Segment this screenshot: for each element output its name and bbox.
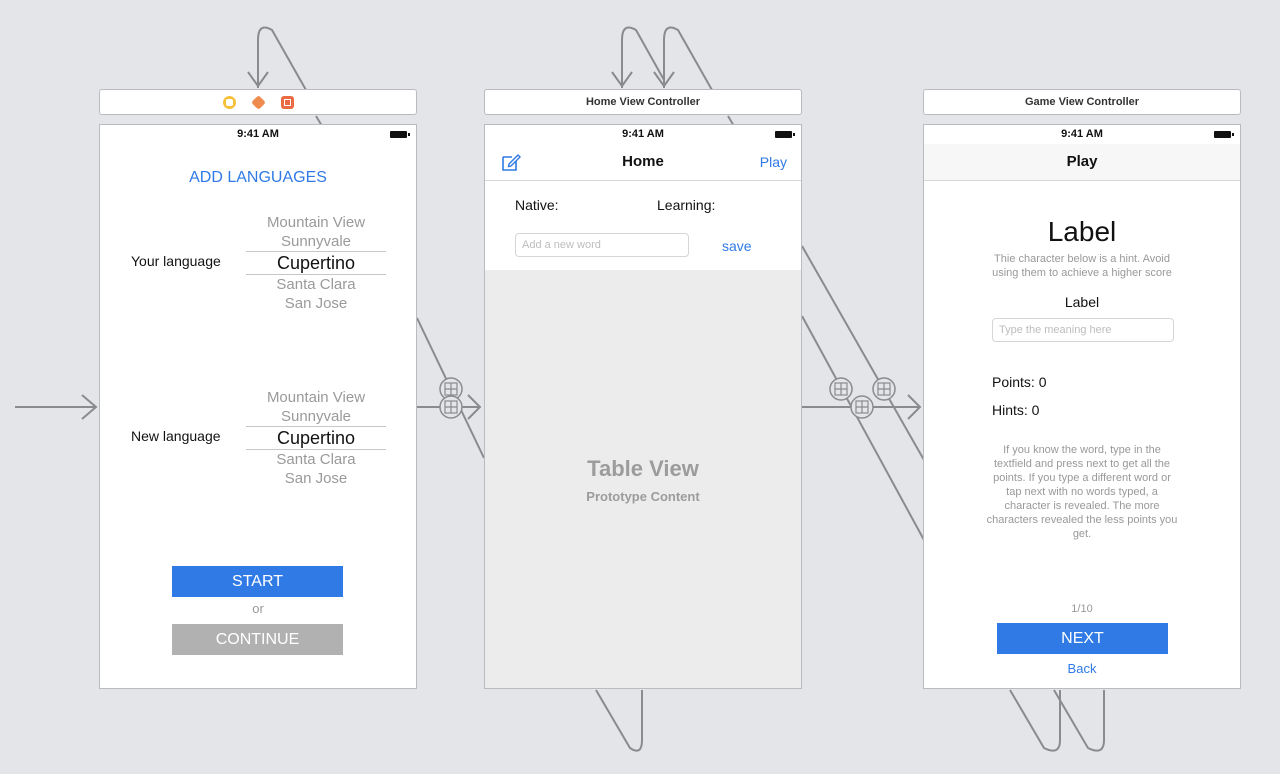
picker-item[interactable]: Mountain View: [246, 213, 386, 232]
picker-item[interactable]: San Jose: [246, 469, 386, 488]
or-label: or: [252, 601, 264, 616]
next-button[interactable]: NEXT: [997, 623, 1168, 654]
picker-item-selected[interactable]: Cupertino: [246, 251, 386, 275]
picker-item-selected[interactable]: Cupertino: [246, 426, 386, 450]
learning-label: Learning:: [657, 197, 716, 213]
progress-label: 1/10: [1071, 603, 1093, 615]
new-language-picker[interactable]: Mountain View Sunnyvale Cupertino Santa …: [246, 388, 386, 488]
back-button[interactable]: Back: [924, 661, 1240, 676]
picker-item[interactable]: Sunnyvale: [246, 407, 386, 426]
continue-button[interactable]: CONTINUE: [172, 624, 343, 655]
exit-icon[interactable]: [280, 95, 294, 109]
hint-description: Thie character below is a hint. Avoid us…: [992, 253, 1172, 279]
add-languages-title[interactable]: ADD LANGUAGES: [100, 169, 416, 187]
home-nav-title: Home: [622, 153, 664, 170]
status-bar: 9:41 AM: [485, 125, 801, 144]
hints-label: Hints: 0: [992, 402, 1040, 418]
home-screen: 9:41 AM Home Play Native: Learning: Add …: [484, 124, 802, 689]
game-scene-bar[interactable]: Game View Controller: [923, 89, 1241, 115]
picker-item[interactable]: Mountain View: [246, 388, 386, 407]
status-time: 9:41 AM: [1061, 128, 1103, 140]
your-language-label: Your language: [131, 253, 221, 269]
play-nav-button[interactable]: Play: [760, 154, 787, 170]
meaning-input[interactable]: Type the meaning here: [992, 318, 1174, 342]
status-bar: 9:41 AM: [924, 125, 1240, 144]
hint-label: Label: [1064, 294, 1100, 310]
game-scene-title: Game View Controller: [1024, 96, 1140, 108]
battery-icon: [775, 131, 795, 138]
status-time: 9:41 AM: [622, 128, 664, 140]
picker-item[interactable]: Santa Clara: [246, 275, 386, 294]
home-nav-bar: Home Play: [485, 144, 801, 181]
points-label: Points: 0: [992, 374, 1047, 390]
game-nav-title: Play: [1066, 153, 1098, 170]
table-view-subtitle: Prototype Content: [586, 489, 700, 504]
first-responder-icon[interactable]: [250, 94, 266, 110]
instructions-text: If you know the word, type in the textfi…: [986, 444, 1178, 540]
new-language-label: New language: [131, 428, 221, 444]
word-label: Label: [1047, 216, 1117, 247]
battery-icon: [390, 131, 410, 138]
languages-scene-bar[interactable]: [99, 89, 417, 115]
picker-item[interactable]: Santa Clara: [246, 450, 386, 469]
native-label: Native:: [515, 197, 559, 213]
battery-icon: [1214, 131, 1234, 138]
your-language-picker[interactable]: Mountain View Sunnyvale Cupertino Santa …: [246, 213, 386, 313]
home-scene-bar[interactable]: Home View Controller: [484, 89, 802, 115]
add-word-input[interactable]: Add a new word: [515, 233, 689, 257]
game-screen: 9:41 AM Play Label Thie character below …: [923, 124, 1241, 689]
view-controller-icon[interactable]: [222, 95, 236, 109]
picker-item[interactable]: Sunnyvale: [246, 232, 386, 251]
table-view-title: Table View: [587, 456, 699, 481]
table-view[interactable]: Table View Prototype Content: [485, 270, 801, 688]
status-time: 9:41 AM: [237, 128, 279, 140]
status-bar: 9:41 AM: [100, 125, 416, 144]
start-button[interactable]: START: [172, 566, 343, 597]
languages-screen: 9:41 AM ADD LANGUAGES Your language Moun…: [99, 124, 417, 689]
game-nav-bar: Play: [924, 144, 1240, 181]
save-button[interactable]: save: [722, 238, 752, 254]
picker-item[interactable]: San Jose: [246, 294, 386, 313]
home-scene-title: Home View Controller: [585, 96, 701, 108]
